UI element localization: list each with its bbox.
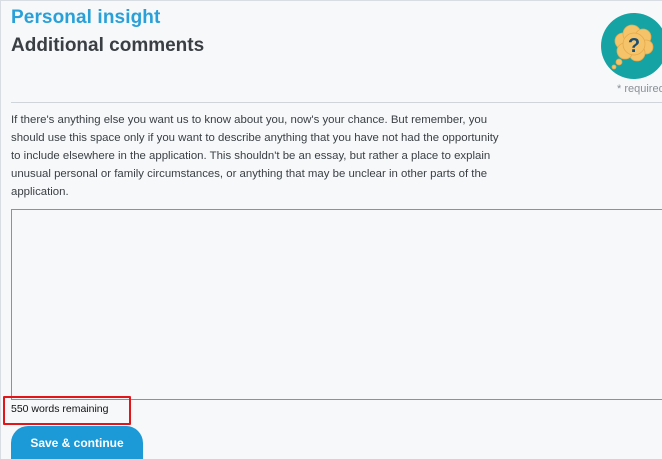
additional-comments-textarea[interactable] bbox=[11, 209, 662, 400]
additional-comments-page: Personal insight Additional comments ? *… bbox=[0, 0, 662, 459]
thought-bubble-graphic: ? bbox=[611, 24, 654, 70]
section-title: Personal insight bbox=[11, 7, 161, 28]
svg-text:?: ? bbox=[628, 35, 640, 57]
intro-text: If there's anything else you want us to … bbox=[11, 114, 499, 198]
word-count: 550 words remaining bbox=[11, 403, 109, 415]
question-thought-bubble-icon[interactable]: ? bbox=[601, 13, 662, 79]
page-title: Additional comments bbox=[11, 35, 205, 56]
required-note: * required bbox=[617, 83, 662, 95]
divider bbox=[11, 102, 662, 103]
save-and-continue-button[interactable]: Save & continue bbox=[11, 426, 143, 459]
